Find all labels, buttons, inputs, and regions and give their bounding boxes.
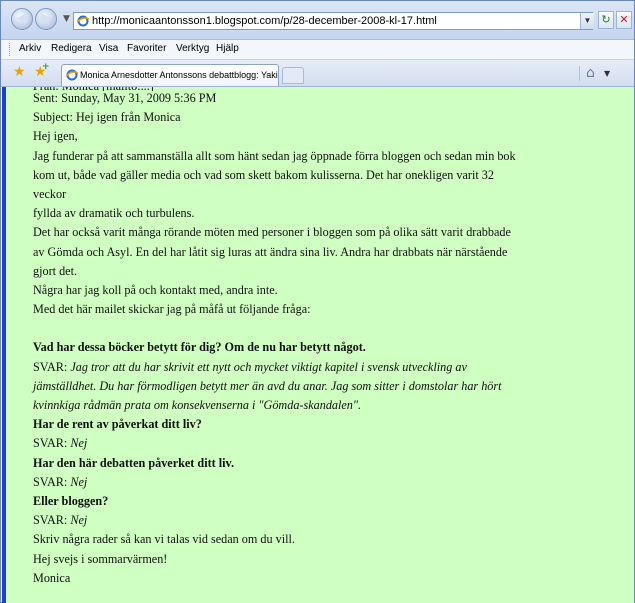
question-3: Har den här debatten påverket ditt liv. [33, 455, 234, 470]
paragraph-line: gjort det. [33, 263, 78, 278]
star-icon[interactable]: ★ [13, 64, 26, 80]
menu-verktyg[interactable]: Verktyg [176, 43, 209, 54]
back-arrow-icon[interactable]: ◀ [11, 8, 33, 30]
navigation-bar: ◀ ▶ ▼ http://monicaantonsson1.blogspot.c… [1, 1, 634, 40]
answer-prefix: SVAR: [33, 513, 71, 528]
answer-1-line: kvinnkiga rådmän prata om konsekvenserna… [33, 398, 362, 412]
answer-prefix: SVAR: [33, 436, 71, 451]
internet-explorer-icon [77, 15, 89, 27]
answer-prefix: SVAR: [33, 474, 71, 489]
paragraph-line: kom ut, både vad gäller media och vad so… [33, 167, 494, 182]
question-4: Eller bloggen? [33, 493, 109, 508]
greeting: Hej igen, [33, 129, 78, 144]
tab-title: Monica Arnesdotter Antonssons debattblog… [80, 70, 279, 80]
email-body: Sent: Sunday, May 31, 2009 5:36 PM Subje… [33, 89, 623, 588]
signature: Monica [33, 570, 71, 585]
subject-line: Subject: Hej igen från Monica [33, 110, 181, 125]
sent-line: Sent: Sunday, May 31, 2009 5:36 PM [33, 91, 217, 105]
address-bar[interactable]: http://monicaantonsson1.blogspot.com/p/2… [73, 12, 593, 30]
paragraph-line: fyllda av dramatik och turbulens. [33, 206, 195, 221]
question-2: Har de rent av påverkat ditt liv? [33, 417, 202, 432]
new-tab-button[interactable] [282, 67, 304, 84]
paragraph-line: av Gömda och Asyl. En del har låtit sig … [33, 244, 508, 259]
paragraph-line: Med det här mailet skickar jag på måfå u… [33, 302, 311, 317]
closing-line: Skriv några rader så kan vi talas vid se… [33, 532, 295, 547]
tab-bar: ★ ★ + Monica Arnesdotter Antonssons debat… [1, 60, 634, 87]
tab-active[interactable]: Monica Arnesdotter Antonssons debattblog… [61, 64, 279, 86]
answer-text: Nej [70, 513, 88, 528]
home-icon[interactable]: ⌂ [586, 65, 595, 81]
answer-text: Nej [70, 474, 88, 489]
chevron-down-icon[interactable]: ▼ [63, 14, 70, 24]
chevron-down-icon[interactable]: ▼ [604, 69, 610, 78]
internet-explorer-icon [66, 69, 78, 81]
answer-text: Nej [70, 436, 88, 451]
answer-1-line: jämställdhet. Du har förmodligen betytt … [33, 378, 502, 393]
address-dropdown-icon[interactable]: ▼ [580, 13, 594, 29]
answer-prefix: SVAR: [33, 359, 71, 374]
menu-bar: Arkiv Redigera Visa Favoriter Verktyg Hj… [1, 40, 634, 60]
answer-text: Jag tror att du har skrivit ett nytt och… [70, 359, 467, 374]
browser-window: ◀ ▶ ▼ http://monicaantonsson1.blogspot.c… [0, 0, 635, 603]
toolbar-grip [9, 43, 12, 56]
page-content: Från: Monica [mailto:...] Sent: Sunday, … [2, 87, 634, 603]
url-text: http://monicaantonsson1.blogspot.com/p/2… [92, 15, 437, 27]
toolbar-separator [579, 66, 580, 81]
menu-favoriter[interactable]: Favoriter [127, 43, 166, 54]
answer-1-line: SVAR: Jag tror att du har skrivit ett ny… [33, 358, 623, 377]
question-1: Vad har dessa böcker betytt för dig? Om … [33, 340, 366, 355]
forward-arrow-icon[interactable]: ▶ [35, 8, 57, 30]
paragraph-line: veckor [33, 186, 67, 201]
star-plus-icon[interactable]: ★ + [34, 62, 50, 80]
paragraph-line: Jag funderar på att sammanställa allt so… [33, 148, 516, 163]
menu-arkiv[interactable]: Arkiv [19, 43, 41, 54]
menu-visa[interactable]: Visa [99, 43, 118, 54]
menu-hjalp[interactable]: Hjälp [216, 43, 239, 54]
paragraph-line: Några har jag koll på och kontakt med, a… [33, 282, 278, 297]
answer-3: SVAR: Nej [33, 473, 623, 492]
answer-2: SVAR: Nej [33, 434, 623, 453]
paragraph-line: Det har också varit många rörande möten … [33, 225, 511, 240]
answer-4: SVAR: Nej [33, 511, 623, 530]
stop-icon[interactable]: ✕ [616, 11, 632, 29]
closing-line: Hej svejs i sommarvärmen! [33, 551, 168, 566]
refresh-icon[interactable]: ↻ [598, 11, 614, 29]
menu-redigera[interactable]: Redigera [51, 43, 92, 54]
